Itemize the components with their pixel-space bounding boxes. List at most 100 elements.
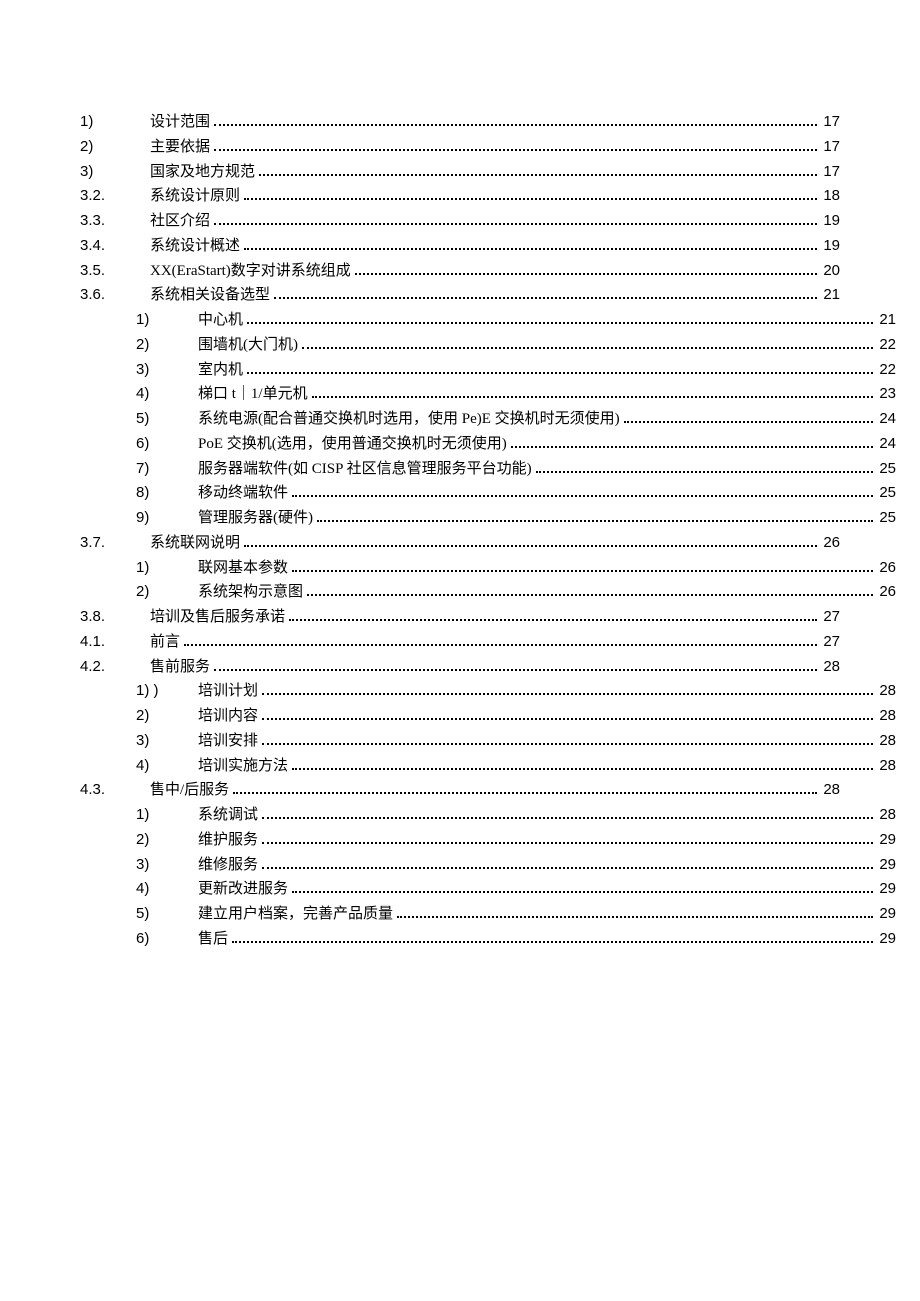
toc-entry-title: 管理服务器(硬件) (198, 506, 313, 531)
toc-entry-title: 系统电源(配合普通交换机时选用，使用 Pe)E 交换机时无须使用) (198, 407, 620, 432)
toc-entry-title: 前言 (150, 630, 180, 655)
toc-entry-number: 2) (136, 333, 198, 358)
toc-leader-dots (312, 387, 874, 398)
toc-entry-page: 22 (877, 333, 896, 358)
toc-leader-dots (292, 759, 873, 770)
toc-entry: 1)中心机21 (80, 308, 896, 333)
toc-leader-dots (214, 214, 817, 225)
toc-leader-dots (244, 239, 817, 250)
toc-entry-title: 系统设计原则 (150, 184, 240, 209)
toc-entry-page: 17 (821, 110, 840, 135)
toc-entry-title: 联网基本参数 (198, 556, 288, 581)
toc-entry: 3.7.系统联网说明26 (80, 531, 840, 556)
toc-entry-title: 培训内容 (198, 704, 258, 729)
toc-leader-dots (184, 635, 817, 646)
toc-entry: 4)培训实施方法 28 (80, 754, 896, 779)
toc-entry-title: 建立用户档案，完善产品质量 (198, 902, 393, 927)
toc-leader-dots (262, 734, 873, 745)
toc-entry-number: 2) (136, 704, 198, 729)
toc-entry-number: 4) (136, 754, 198, 779)
toc-entry-page: 26 (877, 556, 896, 581)
toc-leader-dots (244, 189, 817, 200)
toc-entry-page: 21 (877, 308, 896, 333)
toc-leader-dots (214, 115, 817, 126)
toc-entry-page: 26 (877, 580, 896, 605)
toc-entry-page: 26 (821, 531, 840, 556)
toc-entry: 4)梯口 t｜1/单元机23 (80, 382, 896, 407)
toc-leader-dots (262, 833, 873, 844)
toc-entry: 7)服务器端软件(如 CISP 社区信息管理服务平台功能)25 (80, 457, 896, 482)
toc-leader-dots (355, 264, 818, 275)
toc-entry-page: 25 (877, 481, 896, 506)
toc-entry-title: 系统联网说明 (150, 531, 240, 556)
toc-entry: 4)更新改进服务29 (80, 877, 896, 902)
toc-entry-number: 4) (136, 382, 198, 407)
toc-leader-dots (302, 338, 873, 349)
toc-entry-title: 培训实施方法 (198, 754, 288, 779)
toc-leader-dots (214, 660, 817, 671)
toc-entry-page: 29 (877, 927, 896, 952)
toc-entry: 3)室内机22 (80, 358, 896, 383)
toc-leader-dots (536, 462, 874, 473)
toc-entry: 4.1.前言27 (80, 630, 840, 655)
toc-entry-number: 2) (136, 828, 198, 853)
toc-entry-page: 22 (877, 358, 896, 383)
toc-entry-title: XX(EraStart)数字对讲系统组成 (150, 259, 351, 284)
toc-entry-number: 6) (136, 432, 198, 457)
toc-entry-title: 服务器端软件(如 CISP 社区信息管理服务平台功能) (198, 457, 532, 482)
toc-entry-number: 3) (136, 729, 198, 754)
toc-leader-dots (214, 140, 817, 151)
toc-entry: 6)PoE 交换机(选用，使用普通交换机时无须使用)24 (80, 432, 896, 457)
toc-entry-title: 培训及售后服务承诺 (150, 605, 285, 630)
toc-entry-title: 培训安排 (198, 729, 258, 754)
toc-entry-number: 3.6. (80, 283, 150, 308)
toc-leader-dots (262, 684, 873, 695)
toc-entry-number: 3) (136, 853, 198, 878)
toc-leader-dots (307, 585, 873, 596)
toc-leader-dots (397, 907, 873, 918)
toc-entry-title: 室内机 (198, 358, 243, 383)
table-of-contents: 1)设计范围172)主要依据173)国家及地方规范173.2.系统设计原则183… (80, 110, 840, 952)
toc-entry-title: 更新改进服务 (198, 877, 288, 902)
toc-entry-number: 1) (136, 803, 198, 828)
toc-entry-page: 28 (821, 655, 840, 680)
toc-leader-dots (292, 561, 873, 572)
toc-entry-number: 3.5. (80, 259, 150, 284)
toc-entry: 3.3.社区介绍19 (80, 209, 840, 234)
toc-entry-number: 9) (136, 506, 198, 531)
toc-entry-page: 28 (821, 778, 840, 803)
toc-entry-number: 4.2. (80, 655, 150, 680)
toc-entry-number: 1) (136, 556, 198, 581)
toc-entry-page: 24 (877, 432, 896, 457)
toc-leader-dots (292, 486, 873, 497)
toc-entry: 1)系统调试28 (80, 803, 896, 828)
toc-entry-title: 系统架构示意图 (198, 580, 303, 605)
toc-entry-number: 3) (80, 160, 150, 185)
toc-leader-dots (289, 610, 817, 621)
toc-entry: 3)国家及地方规范17 (80, 160, 840, 185)
toc-leader-dots (233, 783, 817, 794)
toc-entry: 4.3.售中/后服务28 (80, 778, 840, 803)
toc-entry-page: 19 (821, 209, 840, 234)
toc-entry-page: 24 (877, 407, 896, 432)
toc-entry-number: 2) (136, 580, 198, 605)
toc-entry-page: 19 (821, 234, 840, 259)
toc-leader-dots (292, 882, 873, 893)
toc-entry-title: 主要依据 (150, 135, 210, 160)
toc-entry-page: 29 (877, 828, 896, 853)
toc-entry: 1)设计范围17 (80, 110, 840, 135)
toc-leader-dots (262, 858, 873, 869)
toc-entry: 2)系统架构示意图 26 (80, 580, 896, 605)
toc-entry: 2)围墙机(大门机) 22 (80, 333, 896, 358)
toc-entry-number: 3.4. (80, 234, 150, 259)
toc-entry-title: 国家及地方规范 (150, 160, 255, 185)
toc-leader-dots (274, 288, 817, 299)
toc-leader-dots (624, 412, 874, 423)
toc-entry-page: 17 (821, 135, 840, 160)
toc-entry: 1)联网基本参数 26 (80, 556, 896, 581)
toc-entry-page: 28 (877, 754, 896, 779)
toc-entry-title: 售中/后服务 (150, 778, 229, 803)
toc-leader-dots (247, 313, 873, 324)
toc-entry-title: 围墙机(大门机) (198, 333, 298, 358)
toc-leader-dots (317, 511, 873, 522)
